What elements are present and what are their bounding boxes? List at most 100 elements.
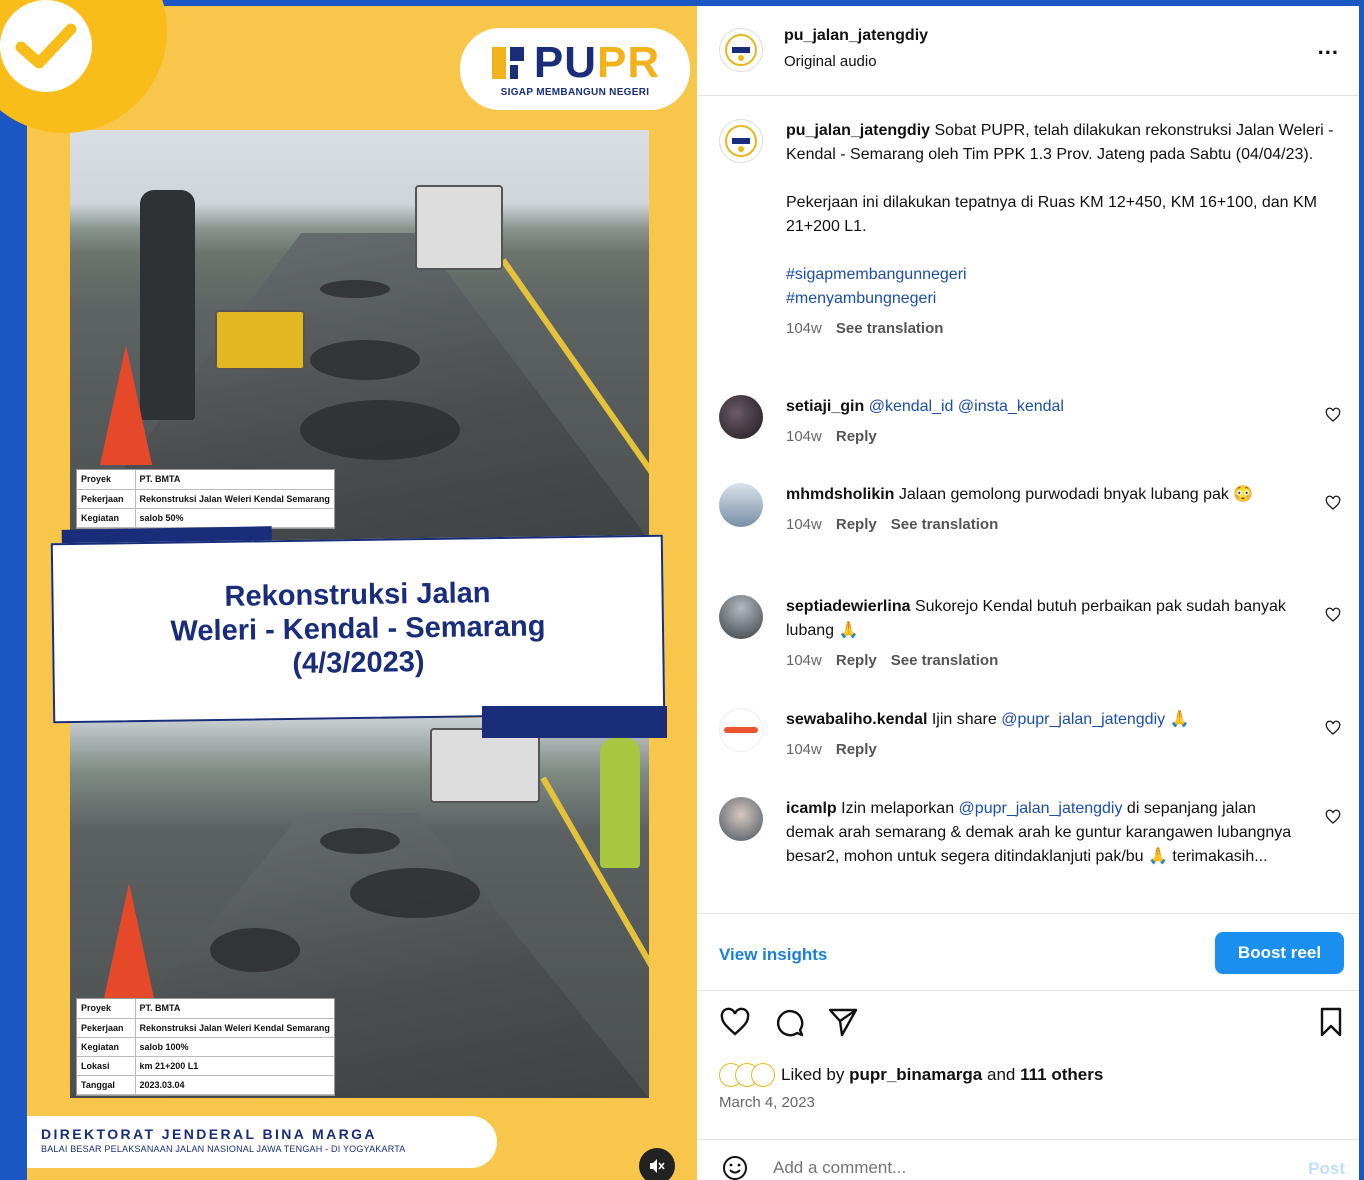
caption-username[interactable]: pu_jalan_jatengdiy	[786, 122, 930, 139]
comment-username[interactable]: icamlp	[786, 800, 837, 817]
comment-emoji: 🙏	[1148, 848, 1168, 865]
traffic-cone	[103, 883, 155, 1003]
add-comment-bar: Post	[697, 1139, 1359, 1180]
liker-username[interactable]: pupr_binamarga	[849, 1065, 982, 1085]
likes-summary[interactable]: Liked by pupr_binamarga and 111 others	[719, 1063, 1103, 1087]
pupr-emblem-icon	[725, 34, 757, 66]
comment-text: Ijin share	[931, 711, 997, 728]
heart-icon[interactable]	[1325, 407, 1341, 423]
comment-mentions[interactable]: @kendal_id @insta_kendal	[869, 398, 1064, 415]
comment-time: 104w	[786, 428, 822, 445]
comment-text: terimakasih...	[1172, 848, 1268, 865]
boost-reel-button[interactable]: Boost reel	[1215, 932, 1344, 974]
logo-tagline: SIGAP MEMBANGUN NEGERI	[500, 86, 650, 98]
liker-avatars	[719, 1063, 775, 1087]
caption-avatar[interactable]	[719, 119, 763, 163]
see-translation-button[interactable]: See translation	[836, 320, 944, 337]
pothole	[350, 868, 480, 918]
comments-list[interactable]: pu_jalan_jatengdiy Sobat PUPR, telah dil…	[697, 97, 1359, 912]
pothole	[320, 280, 390, 298]
view-insights-link[interactable]: View insights	[719, 945, 827, 965]
action-bar	[697, 1006, 1359, 1046]
heart-icon[interactable]	[1325, 809, 1341, 825]
checkmark-icon	[0, 0, 92, 92]
comment-username[interactable]: sewabaliho.kendal	[786, 711, 927, 728]
compactor	[215, 310, 305, 370]
reply-button[interactable]: Reply	[836, 428, 877, 445]
post-header: pu_jalan_jatengdiy Original audio ...	[697, 6, 1359, 96]
comment-bubble-icon[interactable]	[773, 1006, 805, 1038]
heart-icon[interactable]	[1325, 495, 1341, 511]
footer-title: DIREKTORAT JENDERAL BINA MARGA	[41, 1126, 377, 1142]
muted-speaker-icon	[650, 1159, 665, 1173]
comment-item: setiaji_gin @kendal_id @insta_kendal 104…	[719, 395, 1341, 465]
likes-prefix: Liked by	[781, 1065, 845, 1084]
info-table-bottom: Proyek PT. BMTA Pekerjaan Rekonstruksi Jal…	[76, 998, 335, 1096]
caption: pu_jalan_jatengdiy Sobat PUPR, telah dil…	[719, 119, 1341, 379]
like-heart-icon[interactable]	[719, 1006, 751, 1038]
post-comment-button[interactable]: Post	[1308, 1159, 1345, 1179]
commenter-avatar[interactable]	[719, 595, 763, 639]
caption-text-2: Pekerjaan ini dilakukan tepatnya di Ruas…	[786, 194, 1317, 235]
comment-mentions[interactable]: @pupr_jalan_jatengdiy	[1001, 711, 1165, 728]
comment-item: sewabaliho.kendal Ijin share @pupr_jalan…	[719, 708, 1341, 780]
truck	[430, 728, 540, 803]
pupr-logo: PU PR SIGAP MEMBANGUN NEGERI	[460, 28, 690, 110]
audio-label[interactable]: Original audio	[784, 53, 877, 70]
post-details-panel: pu_jalan_jatengdiy Original audio ... pu…	[697, 6, 1359, 1180]
likes-others[interactable]: 111 others	[1020, 1065, 1103, 1085]
title-line: Rekonstruksi Jalan	[224, 577, 491, 613]
pothole	[310, 340, 420, 380]
info-table-top: Proyek PT. BMTA Pekerjaan Rekonstruksi Jal…	[76, 469, 335, 529]
hashtag-link[interactable]: #menyambungnegeri	[786, 287, 1341, 311]
pupr-emblem-icon	[490, 43, 530, 83]
insights-bar: View insights Boost reel	[697, 913, 1359, 991]
caption-time: 104w	[786, 320, 822, 337]
likes-middle: and	[987, 1065, 1016, 1084]
pothole	[210, 928, 300, 972]
footer-subtitle: BALAI BESAR PELAKSANAAN JALAN NASIONAL J…	[41, 1144, 406, 1154]
hashtag-link[interactable]: #sigapmembangunnegeri	[786, 263, 1341, 287]
worker	[600, 738, 640, 868]
comment-time: 104w	[786, 652, 822, 669]
comment-username[interactable]: septiadewierlina	[786, 598, 911, 615]
commenter-avatar[interactable]	[719, 708, 763, 752]
comment-mentions[interactable]: @pupr_jalan_jatengdiy	[959, 800, 1123, 817]
post-title-box: Rekonstruksi Jalan Weleri - Kendal - Sem…	[50, 534, 666, 724]
pothole	[300, 400, 460, 460]
heart-icon[interactable]	[1325, 720, 1341, 736]
mute-button[interactable]	[639, 1148, 675, 1180]
commenter-avatar[interactable]	[719, 483, 763, 527]
emoji-icon[interactable]	[721, 1154, 749, 1180]
logo-word-pr: PR	[597, 37, 661, 87]
truck	[415, 185, 503, 270]
post-media[interactable]: PU PR SIGAP MEMBANGUN NEGERI Proyek PT. BM…	[27, 6, 697, 1180]
brand-logo-icon	[724, 727, 758, 733]
comment-text: Jalaan gemolong purwodadi bnyak lubang p…	[898, 486, 1229, 503]
more-options-button[interactable]: ...	[1318, 34, 1339, 60]
reply-button[interactable]: Reply	[836, 516, 877, 533]
comment-time: 104w	[786, 516, 822, 533]
reply-button[interactable]: Reply	[836, 652, 877, 669]
comment-username[interactable]: setiaji_gin	[786, 398, 864, 415]
share-plane-icon[interactable]	[827, 1006, 859, 1038]
account-avatar[interactable]	[719, 28, 763, 72]
commenter-avatar[interactable]	[719, 797, 763, 841]
logo-word-pu: PU	[533, 37, 597, 87]
account-username[interactable]: pu_jalan_jatengdiy	[784, 27, 928, 45]
heart-icon[interactable]	[1325, 607, 1341, 623]
comment-item: mhmdsholikin Jalaan gemolong purwodadi b…	[719, 483, 1341, 579]
pupr-emblem-icon	[725, 125, 757, 157]
comment-item: icamlp Izin melaporkan @pupr_jalan_jaten…	[719, 797, 1341, 912]
add-comment-input[interactable]	[773, 1158, 1253, 1178]
bookmark-icon[interactable]	[1315, 1006, 1347, 1038]
comment-emoji: 🙏	[1169, 711, 1190, 728]
reply-button[interactable]: Reply	[836, 741, 877, 758]
see-translation-button[interactable]: See translation	[891, 652, 999, 669]
comment-text: Izin melaporkan	[841, 800, 955, 817]
see-translation-button[interactable]: See translation	[891, 516, 999, 533]
commenter-avatar[interactable]	[719, 395, 763, 439]
comment-username[interactable]: mhmdsholikin	[786, 486, 894, 503]
title-line: Weleri - Kendal - Semarang	[170, 610, 546, 648]
title-line: (4/3/2023)	[292, 646, 425, 680]
